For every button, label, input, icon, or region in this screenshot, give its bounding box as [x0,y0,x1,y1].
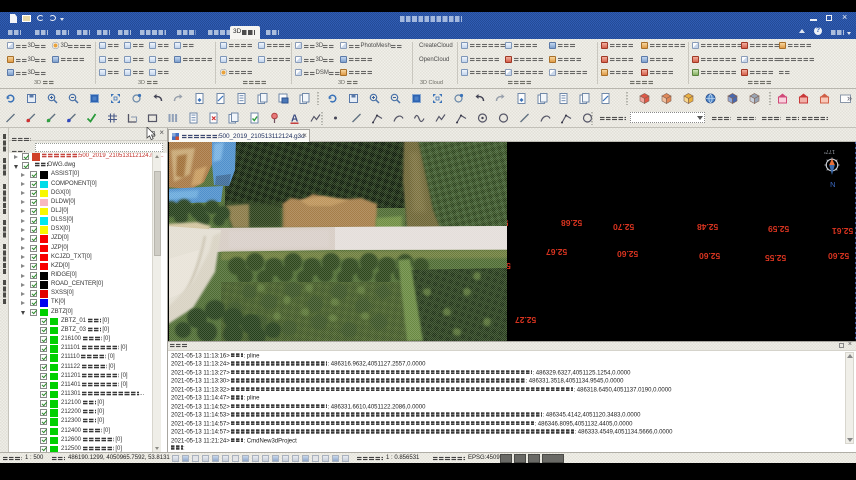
svg-text:N: N [830,180,835,189]
svg-text:177°: 177° [824,148,835,154]
svg-text:»: » [847,93,852,103]
